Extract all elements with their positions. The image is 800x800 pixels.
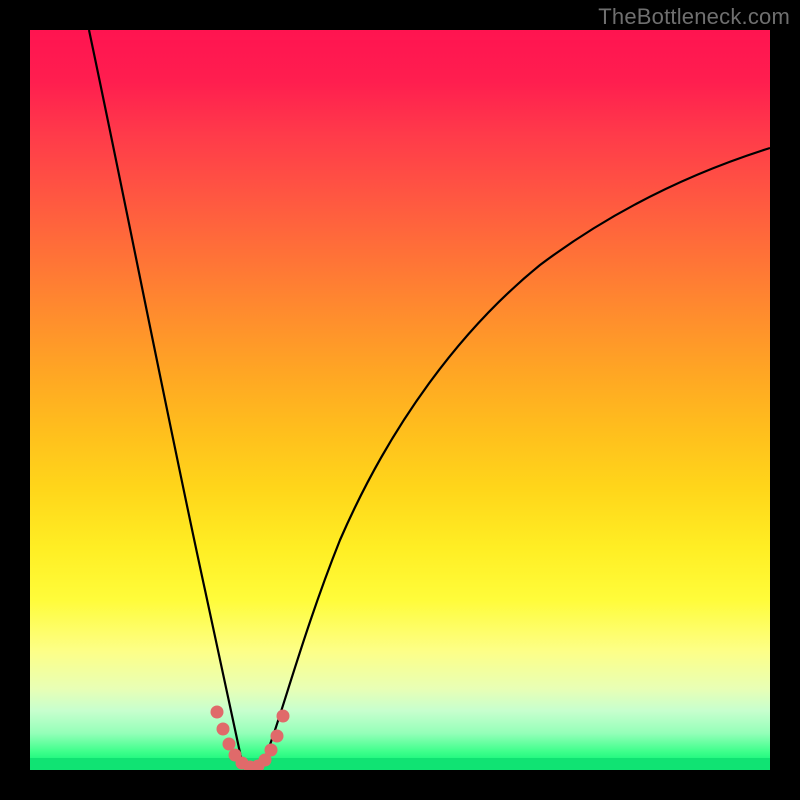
marker-dot: [277, 710, 290, 723]
marker-dot: [217, 723, 230, 736]
watermark-text: TheBottleneck.com: [598, 4, 790, 30]
curve-layer: [30, 30, 770, 770]
curve-left-arm: [89, 30, 242, 762]
marker-dot: [211, 706, 224, 719]
marker-dot: [265, 744, 278, 757]
plot-area: [30, 30, 770, 770]
curve-right-arm: [262, 148, 770, 765]
chart-frame: TheBottleneck.com: [0, 0, 800, 800]
marker-dot: [223, 738, 236, 751]
marker-dot: [271, 730, 284, 743]
